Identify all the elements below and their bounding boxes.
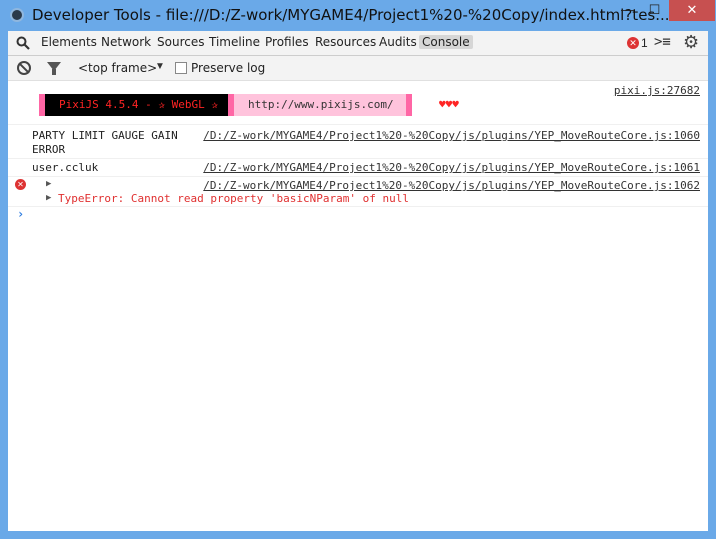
tab-audits[interactable]: Audits [379, 35, 417, 49]
console-prompt[interactable]: › [17, 207, 24, 221]
preserve-log-label[interactable]: Preserve log [191, 61, 265, 75]
expand-triangle-icon[interactable]: ▶ [46, 193, 51, 203]
window-title: Developer Tools - file:///D:/Z-work/MYGA… [32, 6, 670, 24]
tab-profiles[interactable]: Profiles [265, 35, 309, 49]
minimize-button[interactable]: — [614, 0, 641, 21]
show-drawer-icon[interactable]: >≡ [654, 34, 671, 50]
panel-tab-bar: Elements Network Sources Timeline Profil… [8, 31, 708, 56]
source-link[interactable]: /D:/Z-work/MYGAME4/Project1%20-%20Copy/j… [203, 161, 700, 174]
error-icon: ✕ [15, 179, 26, 190]
error-count[interactable]: 1 [641, 36, 648, 50]
console-output[interactable]: pixi.js:27682 PixiJS 4.5.4 - ✰ WebGL ✰ h… [8, 81, 708, 531]
pixi-banner-version: PixiJS 4.5.4 - ✰ WebGL ✰ [45, 94, 228, 116]
tab-console[interactable]: Console [419, 35, 473, 49]
tab-network[interactable]: Network [101, 35, 151, 49]
preserve-log-checkbox[interactable] [175, 62, 187, 74]
pixi-banner: PixiJS 4.5.4 - ✰ WebGL ✰ http://www.pixi… [39, 94, 412, 116]
devtools-app-icon [10, 8, 24, 22]
source-link[interactable]: /D:/Z-work/MYGAME4/Project1%20-%20Copy/j… [203, 129, 700, 142]
error-message: TypeError: Cannot read property 'basicNP… [58, 192, 409, 205]
tab-elements[interactable]: Elements [41, 35, 97, 49]
gear-icon[interactable]: ⚙ [683, 32, 699, 53]
expand-triangle-icon[interactable]: ▶ [46, 179, 51, 189]
clear-console-icon[interactable] [17, 61, 31, 75]
hearts-text: ♥♥♥ [439, 98, 459, 111]
chevron-down-icon[interactable]: ▼ [155, 61, 165, 72]
search-icon[interactable] [16, 36, 30, 50]
pixi-banner-url: http://www.pixijs.com/ [233, 94, 406, 116]
tab-resources[interactable]: Resources [315, 35, 376, 49]
maximize-button[interactable]: ☐ [641, 0, 668, 21]
console-message-continued: ERROR [32, 143, 66, 156]
tab-timeline[interactable]: Timeline [209, 35, 260, 49]
frame-select[interactable]: <top frame> [78, 61, 157, 75]
devtools-content: Elements Network Sources Timeline Profil… [8, 31, 708, 531]
filter-icon[interactable] [47, 62, 61, 75]
tab-sources[interactable]: Sources [157, 35, 204, 49]
console-message: user.ccluk [32, 161, 99, 174]
source-link[interactable]: /D:/Z-work/MYGAME4/Project1%20-%20Copy/j… [203, 179, 700, 192]
devtools-window: Developer Tools - file:///D:/Z-work/MYGA… [0, 0, 716, 539]
console-toolbar: <top frame> ▼ Preserve log [8, 56, 708, 81]
close-button[interactable]: ✕ [669, 0, 715, 21]
title-bar[interactable]: Developer Tools - file:///D:/Z-work/MYGA… [0, 0, 716, 31]
error-count-icon[interactable]: ✕ [627, 37, 639, 49]
console-message: PARTY LIMIT GAUGE GAIN [32, 129, 178, 142]
pixi-source-link[interactable]: pixi.js:27682 [614, 84, 700, 97]
